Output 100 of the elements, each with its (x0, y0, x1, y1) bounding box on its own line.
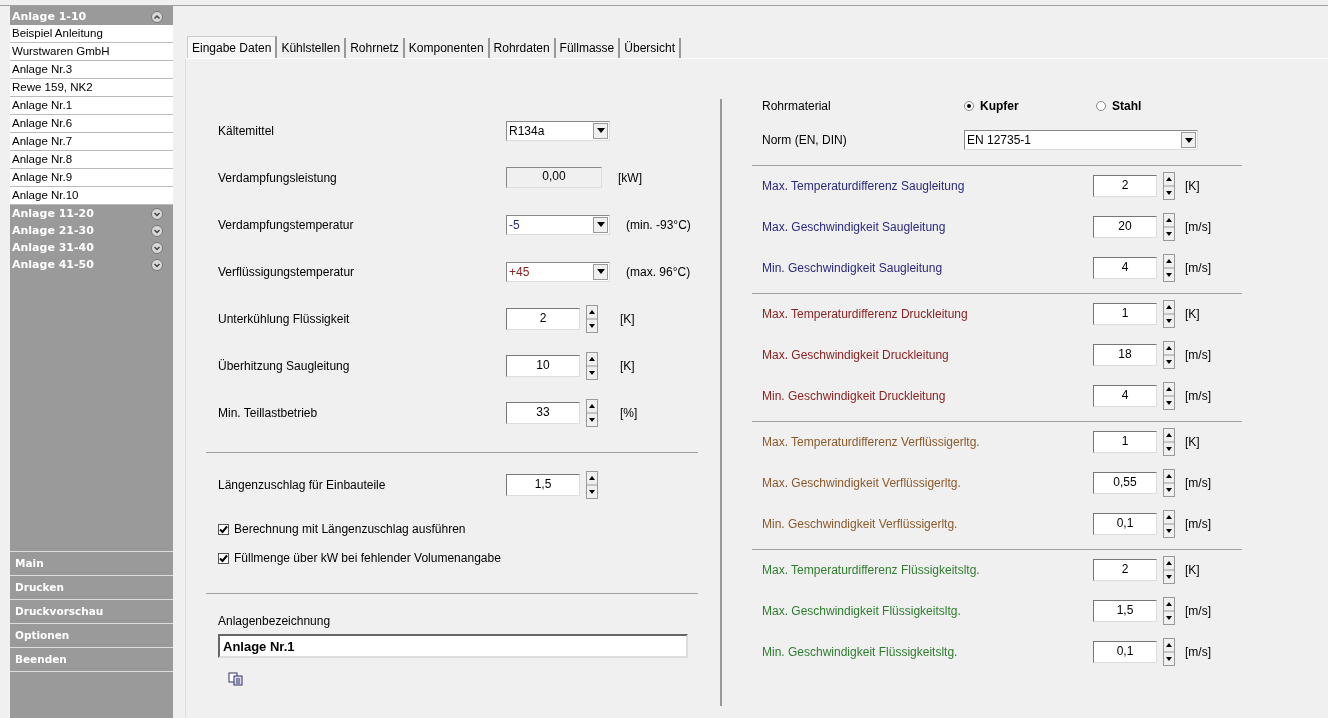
tab[interactable]: Komponenten (404, 38, 490, 58)
spin-buttons[interactable] (1163, 596, 1175, 625)
limit-label: Max. Geschwindigkeit Druckleitung (762, 347, 950, 362)
field-label: Unterkühlung Flüssigkeit (218, 311, 351, 326)
limit-label: Max. Geschwindigkeit Saugleitung (762, 219, 947, 234)
number-field[interactable]: 1,5 (506, 473, 580, 496)
spin-buttons[interactable] (1163, 212, 1175, 241)
sidebar-item[interactable]: Anlage Nr.7 (10, 133, 173, 151)
checkbox-label: Berechnung mit Längenzuschlag ausführen (234, 522, 466, 536)
field-label: Verflüssigungstemperatur (218, 264, 356, 279)
dropdown[interactable]: +45 (506, 261, 610, 282)
checkbox[interactable] (218, 523, 229, 535)
field-label: Kältemittel (218, 123, 276, 138)
copy-icon[interactable] (228, 672, 244, 686)
unit-label: [%] (620, 405, 638, 420)
spin-buttons[interactable] (1163, 509, 1175, 538)
sidebar-item[interactable]: Anlage Nr.1 (10, 97, 173, 115)
expand-icon (151, 241, 163, 254)
unit-label: [m/s] (1185, 388, 1211, 403)
checkbox[interactable] (218, 552, 229, 564)
limit-label: Max. Geschwindigkeit Flüssigkeitsltg. (762, 603, 962, 618)
limit-label: Min. Geschwindigkeit Verflüssigerltg. (762, 516, 959, 531)
spin-buttons[interactable] (586, 304, 598, 333)
tab[interactable]: Füllmasse (555, 38, 621, 58)
limit-label: Max. Geschwindigkeit Verflüssigerltg. (762, 475, 962, 490)
unit-label: [K] (1185, 178, 1200, 193)
spin-buttons[interactable] (1163, 171, 1175, 200)
tab[interactable]: Rohrdaten (489, 38, 556, 58)
limit-label: Max. Temperaturdifferenz Druckleitung (762, 306, 969, 321)
field-label: Längenzuschlag für Einbauteile (218, 477, 387, 492)
spin-buttons[interactable] (586, 351, 598, 380)
number-field[interactable]: 1,5 (1093, 599, 1157, 622)
unit-label: [m/s] (1185, 644, 1211, 659)
number-field[interactable]: 0,1 (1093, 512, 1157, 535)
sidebar-item[interactable]: Anlage Nr.3 (10, 61, 173, 79)
sidebar-item[interactable]: Anlage Nr.6 (10, 115, 173, 133)
expand-icon (151, 258, 163, 271)
spin-buttons[interactable] (1163, 253, 1175, 282)
unit-label: [m/s] (1185, 260, 1211, 275)
tab[interactable]: Eingabe Daten (187, 36, 278, 58)
spin-buttons[interactable] (1163, 381, 1175, 410)
field-label: Norm (EN, DIN) (762, 133, 848, 147)
radio-label: Stahl (1112, 99, 1142, 113)
field-label: Rohrmaterial (762, 99, 832, 113)
field-label: Min. Teillastbetrieb (218, 405, 319, 420)
radio-button[interactable] (1096, 101, 1106, 111)
unit-label: [K] (1185, 306, 1200, 321)
unit-label: [m/s] (1185, 347, 1211, 362)
number-field[interactable]: 4 (1093, 256, 1157, 279)
spin-buttons[interactable] (1163, 468, 1175, 497)
readonly-field: 0,00 (506, 167, 602, 188)
dropdown[interactable]: R134a (506, 120, 610, 141)
spin-buttons[interactable] (1163, 340, 1175, 369)
spin-buttons[interactable] (586, 470, 598, 499)
spin-buttons[interactable] (1163, 299, 1175, 328)
number-field[interactable]: 2 (506, 307, 580, 330)
name-field[interactable]: Anlage Nr.1 (218, 634, 688, 658)
field-label: Überhitzung Saugleitung (218, 358, 351, 373)
field-label: Anlagenbezeichnung (218, 614, 332, 628)
unit-label: [m/s] (1185, 516, 1211, 531)
spin-buttons[interactable] (586, 398, 598, 427)
radio-button[interactable] (964, 101, 974, 111)
limit-label: Min. Geschwindigkeit Druckleitung (762, 388, 947, 403)
number-field[interactable]: 0,1 (1093, 640, 1157, 663)
spin-buttons[interactable] (1163, 637, 1175, 666)
sidebar-item[interactable]: Beispiel Anleitung (10, 25, 173, 43)
number-field[interactable]: 33 (506, 401, 580, 424)
radio-label: Kupfer (980, 99, 1019, 113)
sidebar-item[interactable]: Anlage Nr.8 (10, 151, 173, 169)
unit-label: [kW] (618, 170, 642, 185)
number-field[interactable]: 18 (1093, 343, 1157, 366)
unit-label: [m/s] (1185, 219, 1211, 234)
number-field[interactable]: 1 (1093, 302, 1157, 325)
sidebar-item[interactable]: Anlage Nr.10 (10, 187, 173, 205)
limit-label: Max. Temperaturdifferenz Verflüssigerltg. (762, 434, 981, 449)
number-field[interactable]: 2 (1093, 174, 1157, 197)
number-field[interactable]: 1 (1093, 430, 1157, 453)
sidebar-item[interactable]: Anlage Nr.9 (10, 169, 173, 187)
spin-buttons[interactable] (1163, 555, 1175, 584)
tab[interactable]: Übersicht (620, 38, 681, 58)
dropdown[interactable]: -5 (506, 214, 610, 235)
limit-label: Min. Geschwindigkeit Saugleitung (762, 260, 944, 275)
number-field[interactable]: 0,55 (1093, 471, 1157, 494)
spin-buttons[interactable] (1163, 427, 1175, 456)
unit-label: (max. 96°C) (626, 264, 691, 279)
number-field[interactable]: 2 (1093, 558, 1157, 581)
sidebar-item[interactable]: Rewe 159, NK2 (10, 79, 173, 97)
expand-icon (151, 224, 163, 237)
sidebar-item[interactable]: Wurstwaren GmbH (10, 43, 173, 61)
number-field[interactable]: 10 (506, 354, 580, 377)
tab[interactable]: Rohrnetz (346, 38, 405, 58)
unit-label: (min. -93°C) (626, 217, 691, 232)
number-field[interactable]: 20 (1093, 215, 1157, 238)
number-field[interactable]: 4 (1093, 384, 1157, 407)
unit-label: [K] (620, 358, 635, 373)
tab[interactable]: Kühlstellen (277, 38, 347, 58)
dropdown[interactable]: EN 12735-1 (964, 130, 1198, 150)
expand-icon (151, 207, 163, 220)
limit-label: Max. Temperaturdifferenz Flüssigkeitsltg. (762, 562, 981, 577)
field-label: Verdampfungstemperatur (218, 217, 355, 232)
